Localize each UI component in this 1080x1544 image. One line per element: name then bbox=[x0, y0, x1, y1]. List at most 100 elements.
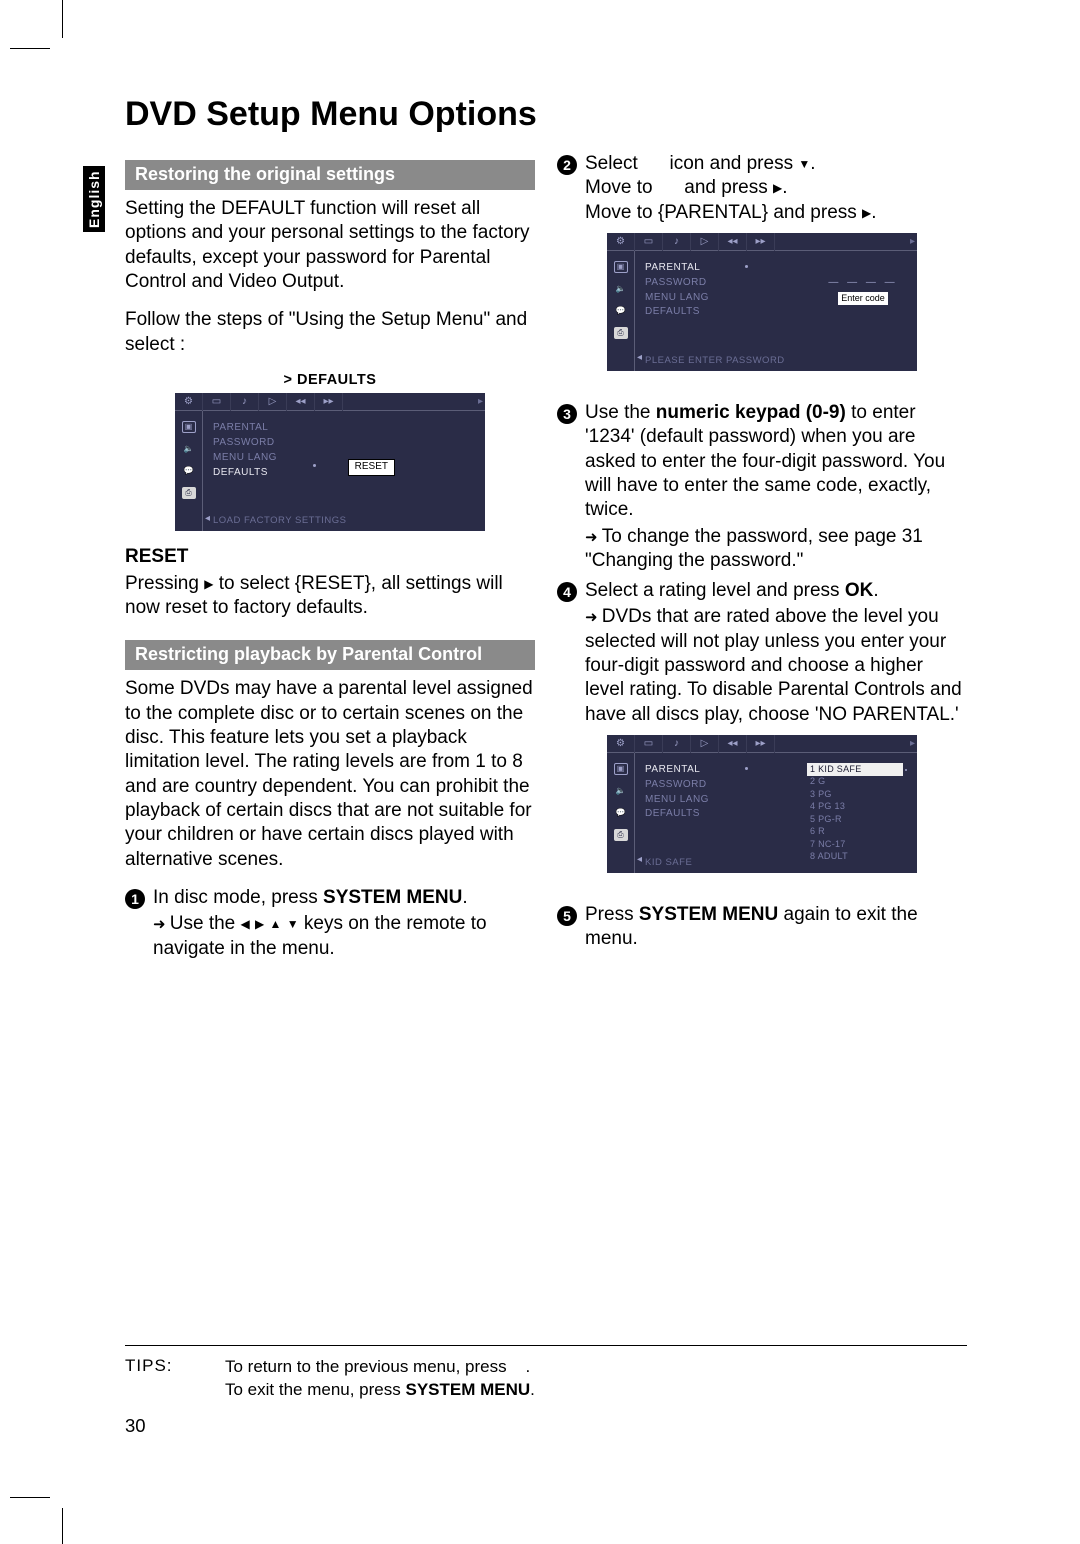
osd-tab-icon: ♪ bbox=[663, 233, 691, 251]
step-5: 5 Press SYSTEM MENU again to exit the me… bbox=[557, 903, 967, 952]
osd-footer-text: LOAD FACTORY SETTINGS bbox=[213, 515, 347, 527]
step-substep: To change the password, see page 31 "Cha… bbox=[585, 525, 967, 574]
osd-level: 8 ADULT bbox=[807, 851, 903, 864]
osd-tab-icon: ◂◂ bbox=[719, 735, 747, 753]
osd-side-icon: 🔈 bbox=[614, 283, 628, 295]
osd-side-icon: ▣ bbox=[614, 261, 628, 273]
crop-mark bbox=[62, 1508, 63, 1544]
osd-menu-item: PARENTAL bbox=[213, 421, 479, 436]
osd-tab-arrow-icon: ▸ bbox=[775, 735, 917, 753]
osd-pointer-icon bbox=[905, 769, 907, 771]
step-substep: DVDs that are rated above the level you … bbox=[585, 605, 967, 727]
osd-tab-icon: ▷ bbox=[691, 233, 719, 251]
osd-tab-icon: ▷ bbox=[691, 735, 719, 753]
osd-pointer-icon bbox=[745, 265, 748, 268]
osd-value-box: RESET bbox=[348, 459, 395, 476]
step-badge: 1 bbox=[125, 889, 145, 909]
tips-footer: TIPS: To return to the previous menu, pr… bbox=[125, 1345, 967, 1402]
osd-top-tabs: ⚙ ▭ ♪ ▷ ◂◂ ▸▸ ▸ bbox=[607, 735, 917, 753]
osd-side-nav: ▣ 🔈 💬 ⎙ bbox=[175, 411, 203, 531]
step-badge: 5 bbox=[557, 906, 577, 926]
osd-level: 5 PG-R bbox=[807, 813, 903, 826]
osd-level: 7 NC-17 bbox=[807, 838, 903, 851]
step-substep: Use the keys on the remote to navigate i… bbox=[153, 912, 535, 961]
osd-side-icon: ▣ bbox=[614, 763, 628, 775]
osd-level: 4 PG 13 bbox=[807, 801, 903, 814]
right-arrow-icon bbox=[255, 913, 264, 934]
osd-screenshot-password: ⚙ ▭ ♪ ▷ ◂◂ ▸▸ ▸ ▣ 🔈 💬 ⎙ PAR bbox=[607, 233, 917, 371]
osd-level: 2 G bbox=[807, 776, 903, 789]
osd-tab-icon: ▸▸ bbox=[747, 735, 775, 753]
osd-footer-text: PLEASE ENTER PASSWORD bbox=[645, 355, 785, 367]
osd-tab-icon: ▸▸ bbox=[315, 393, 343, 411]
crop-mark bbox=[10, 1497, 50, 1498]
osd-back-arrow-icon: ◂ bbox=[637, 854, 642, 867]
language-side-tab: English bbox=[83, 166, 105, 232]
osd-tab-icon: ▭ bbox=[635, 735, 663, 753]
osd-tab-arrow-icon: ▸ bbox=[343, 393, 485, 411]
osd-tab-icon: ▷ bbox=[259, 393, 287, 411]
osd-tab-icon: ♪ bbox=[231, 393, 259, 411]
step-1: 1 In disc mode, press SYSTEM MENU. Use t… bbox=[125, 886, 535, 961]
osd-tab-icon: ▸▸ bbox=[747, 233, 775, 251]
subsection-heading: RESET bbox=[125, 545, 535, 569]
osd-side-icon: ▣ bbox=[182, 421, 196, 433]
osd-tab-icon: ◂◂ bbox=[719, 233, 747, 251]
osd-level-selected: 1 KID SAFE bbox=[807, 763, 903, 776]
osd-menu-list: PARENTAL PASSWORD MENU LANG DEFAULTS RES… bbox=[203, 411, 485, 531]
osd-rating-levels: 1 KID SAFE 2 G 3 PG 4 PG 13 5 PG-R 6 R 7… bbox=[807, 763, 903, 863]
crop-mark bbox=[10, 48, 50, 49]
page-number: 30 bbox=[125, 1415, 146, 1437]
tips-text: To return to the previous menu, press . … bbox=[225, 1356, 967, 1402]
down-arrow-icon bbox=[798, 153, 810, 174]
left-column: Restoring the original settings Setting … bbox=[125, 160, 535, 967]
section-header-restore: Restoring the original settings bbox=[125, 160, 535, 190]
paragraph: Some DVDs may have a parental level assi… bbox=[125, 677, 535, 872]
osd-side-icon: 💬 bbox=[182, 465, 196, 477]
right-column: 2 Select icon and press . Move to and pr… bbox=[557, 152, 967, 958]
osd-top-tabs: ⚙ ▭ ♪ ▷ ◂◂ ▸▸ ▸ bbox=[607, 233, 917, 251]
step-3: 3 Use the numeric keypad (0-9) to enter … bbox=[557, 401, 967, 573]
step-badge: 4 bbox=[557, 582, 577, 602]
osd-menu-item: MENU LANG bbox=[213, 451, 479, 466]
osd-tab-icon: ▭ bbox=[635, 233, 663, 251]
right-arrow-icon bbox=[773, 177, 782, 198]
osd-screenshot-levels: ⚙ ▭ ♪ ▷ ◂◂ ▸▸ ▸ ▣ 🔈 💬 ⎙ PAR bbox=[607, 735, 917, 873]
tips-label: TIPS: bbox=[125, 1356, 225, 1402]
osd-menu-item-selected: DEFAULTS bbox=[213, 466, 479, 481]
osd-caption: > DEFAULTS bbox=[125, 371, 535, 390]
osd-back-arrow-icon: ◂ bbox=[205, 513, 210, 526]
page-title: DVD Setup Menu Options bbox=[125, 95, 537, 134]
right-arrow-icon bbox=[862, 202, 871, 223]
step-badge: 2 bbox=[557, 155, 577, 175]
osd-tab-icon: ⚙ bbox=[607, 735, 635, 753]
osd-enter-code-label: Enter code bbox=[838, 292, 888, 306]
osd-footer-text: KID SAFE bbox=[645, 857, 692, 869]
osd-side-nav: ▣ 🔈 💬 ⎙ bbox=[607, 251, 635, 371]
crop-mark bbox=[62, 0, 63, 38]
osd-menu-item: PASSWORD bbox=[213, 436, 479, 451]
up-arrow-icon bbox=[270, 913, 282, 934]
step-4: 4 Select a rating level and press OK. DV… bbox=[557, 579, 967, 727]
osd-tab-icon: ⚙ bbox=[175, 393, 203, 411]
step-2: 2 Select icon and press . Move to and pr… bbox=[557, 152, 967, 225]
osd-tab-arrow-icon: ▸ bbox=[775, 233, 917, 251]
step-badge: 3 bbox=[557, 404, 577, 424]
osd-level: 6 R bbox=[807, 826, 903, 839]
osd-side-icon-selected: ⎙ bbox=[614, 327, 628, 339]
osd-back-arrow-icon: ◂ bbox=[637, 352, 642, 365]
osd-code-entry: — — — — Enter code bbox=[827, 277, 899, 306]
down-arrow-icon bbox=[287, 913, 299, 934]
osd-side-nav: ▣ 🔈 💬 ⎙ bbox=[607, 753, 635, 873]
osd-menu-list: PARENTAL PASSWORD MENU LANG DEFAULTS bbox=[635, 251, 917, 371]
osd-tab-icon: ♪ bbox=[663, 735, 691, 753]
osd-side-icon: 🔈 bbox=[614, 785, 628, 797]
osd-tab-icon: ⚙ bbox=[607, 233, 635, 251]
osd-side-icon: 🔈 bbox=[182, 443, 196, 455]
left-arrow-icon bbox=[241, 913, 250, 934]
osd-side-icon-selected: ⎙ bbox=[614, 829, 628, 841]
paragraph: Follow the steps of "Using the Setup Men… bbox=[125, 308, 535, 357]
osd-top-tabs: ⚙ ▭ ♪ ▷ ◂◂ ▸▸ ▸ bbox=[175, 393, 485, 411]
osd-pointer-icon bbox=[745, 767, 748, 770]
section-header-parental: Restricting playback by Parental Control bbox=[125, 640, 535, 670]
